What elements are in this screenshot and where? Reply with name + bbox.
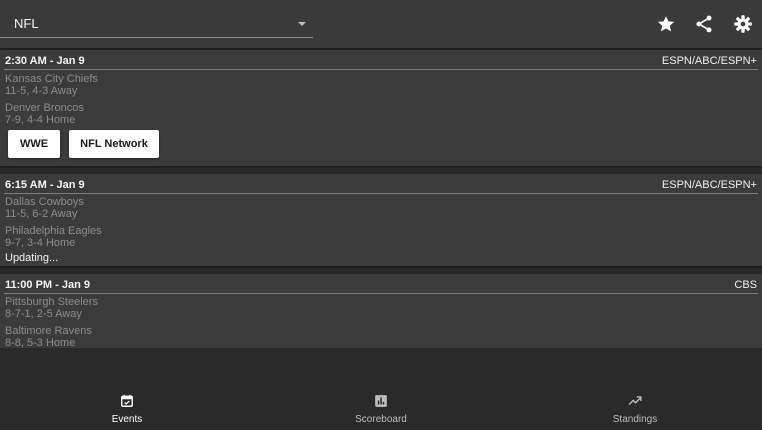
events-list[interactable]: 2:30 AM - Jan 9 ESPN/ABC/ESPN+ Kansas Ci…	[0, 48, 762, 348]
league-dropdown-value: NFL	[14, 16, 39, 31]
home-team-record: 9-7, 3-4 Home	[5, 237, 76, 249]
away-team-record: 11-5, 6-2 Away	[5, 208, 78, 220]
home-team-name: Philadelphia Eagles	[5, 225, 102, 237]
league-dropdown[interactable]: NFL	[0, 12, 313, 38]
nav-standings-label: Standings	[612, 414, 658, 425]
event-time: 2:30 AM - Jan 9	[5, 55, 85, 67]
event-card[interactable]: 6:15 AM - Jan 9 ESPN/ABC/ESPN+ Dallas Co…	[0, 174, 762, 266]
trending-up-icon	[628, 396, 642, 405]
event-network: CBS	[734, 279, 757, 291]
event-card[interactable]: 2:30 AM - Jan 9 ESPN/ABC/ESPN+ Kansas Ci…	[0, 50, 762, 166]
share-icon[interactable]	[694, 14, 714, 34]
event-network: ESPN/ABC/ESPN+	[661, 55, 757, 67]
calendar-check-icon	[121, 394, 133, 407]
home-team-name: Baltimore Ravens	[5, 325, 92, 337]
bottom-navigation: Events Scoreboard Standings	[0, 384, 762, 430]
nav-events-label: Events	[111, 414, 143, 425]
away-team-record: 11-5, 4-3 Away	[5, 85, 78, 97]
home-team-name: Denver Broncos	[5, 102, 84, 114]
bar-chart-icon	[375, 395, 387, 407]
nav-scoreboard-label: Scoreboard	[355, 414, 407, 425]
top-app-bar: NFL	[0, 0, 762, 48]
gear-icon[interactable]	[733, 14, 753, 34]
nav-standings[interactable]: Standings	[508, 384, 762, 430]
event-network: ESPN/ABC/ESPN+	[661, 179, 757, 191]
nfl-network-button[interactable]: NFL Network	[69, 130, 159, 158]
event-time: 11:00 PM - Jan 9	[5, 279, 90, 291]
away-team-record: 8-7-1, 2-5 Away	[5, 308, 82, 320]
home-team-record: 8-8, 5-3 Home	[5, 337, 76, 348]
event-time: 6:15 AM - Jan 9	[5, 179, 85, 191]
home-team-record: 7-9, 4-4 Home	[5, 114, 76, 126]
nav-events[interactable]: Events	[0, 384, 254, 430]
star-icon[interactable]	[656, 14, 676, 34]
status-text: Updating...	[5, 252, 59, 264]
chevron-down-icon	[298, 22, 306, 26]
wwe-button[interactable]: WWE	[8, 130, 60, 158]
away-team-name: Dallas Cowboys	[5, 196, 84, 208]
away-team-name: Pittsburgh Steelers	[5, 296, 98, 308]
nav-scoreboard[interactable]: Scoreboard	[254, 384, 508, 430]
event-card[interactable]: 11:00 PM - Jan 9 CBS Pittsburgh Steelers…	[0, 274, 762, 348]
event-header: 6:15 AM - Jan 9 ESPN/ABC/ESPN+	[4, 179, 758, 194]
event-header: 2:30 AM - Jan 9 ESPN/ABC/ESPN+	[4, 55, 758, 70]
away-team-name: Kansas City Chiefs	[5, 73, 98, 85]
event-header: 11:00 PM - Jan 9 CBS	[4, 279, 758, 294]
